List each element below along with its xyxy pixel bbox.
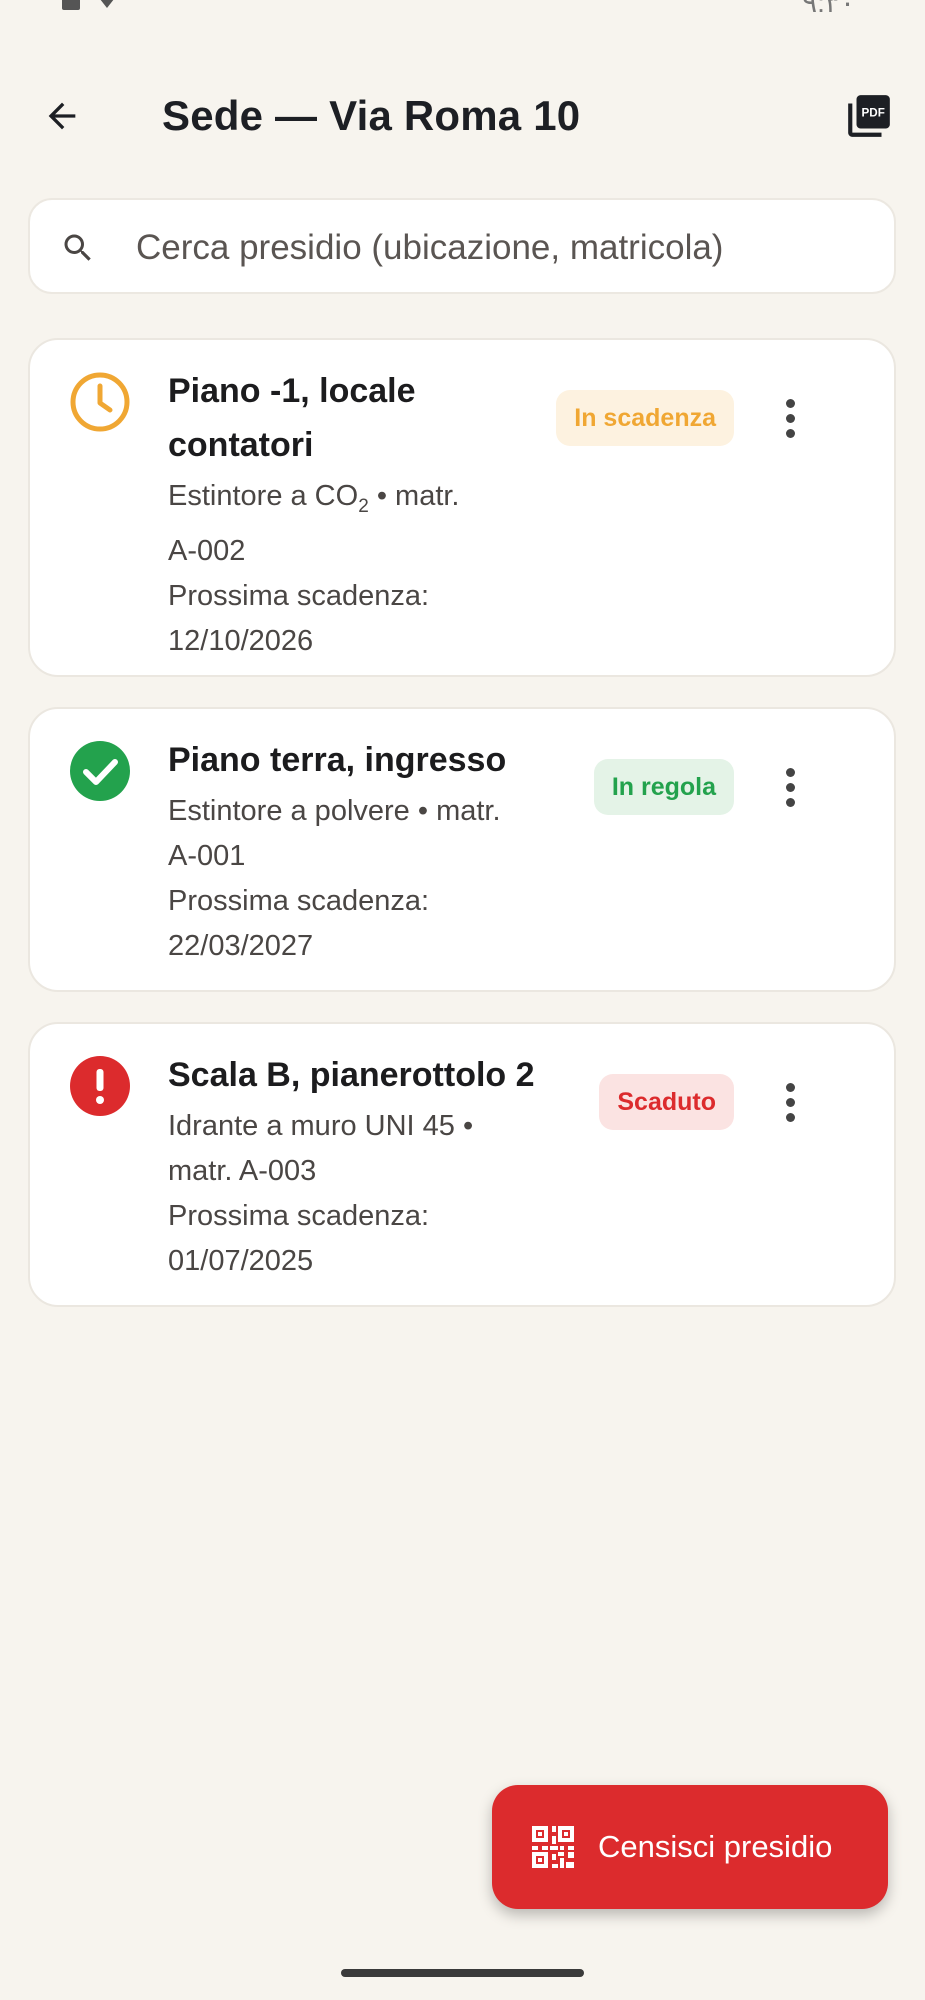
list-item[interactable]: Scala B, pianerottolo 2 Idrante a muro U… [28,1022,896,1307]
status-badge: In scadenza [556,390,734,446]
search-icon [64,234,91,261]
more-options-button[interactable] [770,759,810,815]
item-details: Idrante a muro UNI 45 • matr. A-003 Pros… [168,1110,474,1277]
search-bar[interactable] [28,198,896,294]
more-vertical-icon [785,1082,795,1092]
export-pdf-button[interactable]: PDF [841,88,897,144]
status-icons [62,0,118,10]
item-details: Estintore a polvere • matr. A-001 Prossi… [168,795,501,962]
list-item[interactable]: Piano -1, locale contatori Estintore a CO… [28,338,896,677]
signal-icon [100,0,114,8]
status-badge: In regola [593,759,734,815]
notification-icon [62,0,80,10]
status-clock: ٩:٣٠ [802,0,855,18]
more-options-button[interactable] [770,390,810,446]
status-badge: Scaduto [599,1074,734,1130]
home-indicator[interactable] [341,1969,584,1977]
check-circle-icon [70,741,130,801]
clock-icon [70,372,130,432]
more-options-button[interactable] [770,1074,810,1130]
more-vertical-icon [785,398,795,408]
back-button[interactable] [36,90,88,142]
item-title: Piano -1, locale contatori [168,372,416,464]
item-details: Estintore a CO2 • matr. A-002 Prossima s… [168,480,460,657]
page-title: Sede — Via Roma 10 [162,92,581,139]
pdf-export-icon: PDF [848,95,890,137]
more-vertical-icon [785,767,795,777]
alert-circle-icon [70,1056,130,1116]
fab-label: Censisci presidio [598,1829,833,1864]
list-item[interactable]: Piano terra, ingresso Estintore a polver… [28,707,896,992]
add-extinguisher-button[interactable]: Censisci presidio [492,1785,888,1909]
app-bar: Sede — Via Roma 10 PDF [0,80,925,152]
arrow-left-icon [48,102,76,130]
item-title: Piano terra, ingresso [168,741,507,779]
search-input[interactable] [134,218,868,278]
status-bar: ٩:٣٠ [0,0,925,20]
item-title: Scala B, pianerottolo 2 [168,1056,535,1094]
qr-code-icon [532,1826,574,1868]
svg-text:PDF: PDF [862,107,885,120]
